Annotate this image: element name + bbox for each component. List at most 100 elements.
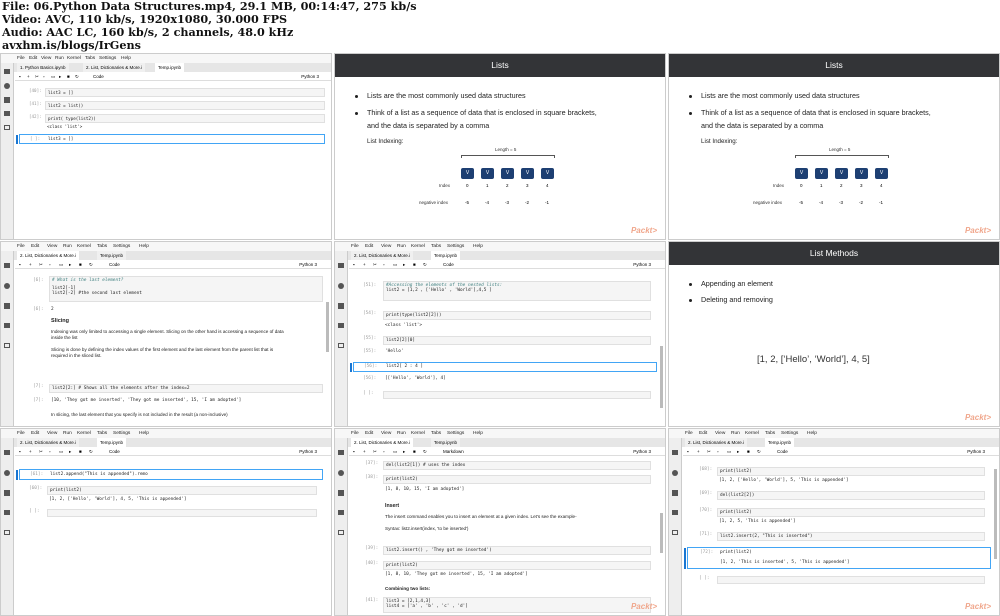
tab-list-dictionaries[interactable]: 2. List, Dictionaries & More.i bbox=[17, 438, 80, 447]
menu-settings[interactable]: Settings bbox=[447, 429, 464, 438]
restart-icon[interactable]: ↻ bbox=[757, 447, 761, 456]
restart-icon[interactable]: ↻ bbox=[423, 447, 427, 456]
menu-edit[interactable]: Edit bbox=[365, 242, 373, 251]
running-icon[interactable] bbox=[338, 283, 344, 289]
code-cell[interactable]: print(list2) bbox=[717, 467, 985, 476]
tab-temp[interactable]: Temp.ipynb bbox=[97, 251, 127, 260]
add-cell-icon[interactable]: + bbox=[697, 447, 700, 456]
menu-run[interactable]: Run bbox=[731, 429, 740, 438]
save-icon[interactable]: ▪ bbox=[353, 447, 355, 456]
code-cell[interactable]: print(list2) bbox=[47, 486, 317, 495]
menu-settings[interactable]: Settings bbox=[113, 429, 130, 438]
tabs-icon[interactable] bbox=[338, 530, 344, 535]
menu-help[interactable]: Help bbox=[807, 429, 817, 438]
save-icon[interactable]: ▪ bbox=[687, 447, 689, 456]
menu-view[interactable]: View bbox=[41, 54, 51, 63]
running-icon[interactable] bbox=[338, 470, 344, 476]
stop-icon[interactable]: ■ bbox=[79, 260, 82, 269]
stop-icon[interactable]: ■ bbox=[747, 447, 750, 456]
paste-icon[interactable]: ▭ bbox=[59, 260, 63, 269]
wrench-icon[interactable] bbox=[338, 510, 344, 515]
menu-edit[interactable]: Edit bbox=[29, 54, 37, 63]
menu-settings[interactable]: Settings bbox=[447, 242, 464, 251]
menu-tabs[interactable]: Tabs bbox=[97, 242, 107, 251]
palette-icon[interactable] bbox=[672, 490, 678, 496]
tabs-icon[interactable] bbox=[338, 343, 344, 348]
code-cell[interactable]: list2.insert() , 'They got me inserted') bbox=[383, 546, 651, 555]
menu-help[interactable]: Help bbox=[473, 429, 483, 438]
code-cell[interactable]: del(list2[1]) # uses the index bbox=[383, 461, 651, 470]
tabs-icon[interactable] bbox=[4, 530, 10, 535]
add-cell-icon[interactable]: + bbox=[27, 72, 30, 81]
restart-icon[interactable]: ↻ bbox=[423, 260, 427, 269]
tab-temp[interactable]: Temp.ipynb bbox=[155, 63, 185, 72]
menu-run[interactable]: Run bbox=[397, 429, 406, 438]
menu-file[interactable]: File bbox=[17, 242, 25, 251]
stop-icon[interactable]: ■ bbox=[413, 260, 416, 269]
tab-list-dictionaries[interactable]: 2. List, Dictionaries & More.i bbox=[351, 438, 414, 447]
save-icon[interactable]: ▪ bbox=[19, 72, 21, 81]
menu-view[interactable]: View bbox=[381, 429, 391, 438]
tab-temp[interactable]: Temp.ipynb bbox=[765, 438, 795, 447]
run-icon[interactable]: ▸ bbox=[737, 447, 739, 456]
cell-type-select[interactable]: Code bbox=[93, 72, 104, 81]
code-cell-editing[interactable]: list3 = [] bbox=[48, 136, 73, 141]
code-cell[interactable]: print( type(list2)) bbox=[45, 114, 325, 123]
folder-icon[interactable] bbox=[4, 450, 10, 455]
folder-icon[interactable] bbox=[4, 69, 10, 74]
stop-icon[interactable]: ■ bbox=[413, 447, 416, 456]
menu-kernel[interactable]: Kernel bbox=[77, 429, 91, 438]
save-icon[interactable]: ▪ bbox=[353, 260, 355, 269]
restart-icon[interactable]: ↻ bbox=[89, 260, 93, 269]
tab-temp[interactable]: Temp.ipynb bbox=[431, 438, 461, 447]
cut-icon[interactable]: ✂ bbox=[35, 72, 39, 81]
running-icon[interactable] bbox=[4, 283, 10, 289]
wrench-icon[interactable] bbox=[4, 323, 10, 328]
cut-icon[interactable]: ✂ bbox=[373, 260, 377, 269]
menu-settings[interactable]: Settings bbox=[113, 242, 130, 251]
save-icon[interactable]: ▪ bbox=[19, 447, 21, 456]
code-cell-editing[interactable]: print(list2) bbox=[720, 550, 752, 555]
code-cell-editing[interactable]: list2.append("This is appended").remo bbox=[50, 472, 148, 477]
palette-icon[interactable] bbox=[4, 97, 10, 103]
paste-icon[interactable]: ▭ bbox=[727, 447, 731, 456]
save-icon[interactable]: ▪ bbox=[19, 260, 21, 269]
scrollbar[interactable] bbox=[660, 513, 663, 553]
paste-icon[interactable]: ▭ bbox=[59, 447, 63, 456]
paste-icon[interactable]: ▭ bbox=[393, 260, 397, 269]
tabs-icon[interactable] bbox=[4, 125, 10, 130]
add-cell-icon[interactable]: + bbox=[363, 260, 366, 269]
menu-run[interactable]: Run bbox=[63, 242, 72, 251]
code-cell[interactable]: del(list2[2]) bbox=[717, 491, 985, 500]
menu-file[interactable]: File bbox=[351, 429, 359, 438]
copy-icon[interactable]: ▫ bbox=[717, 447, 719, 456]
code-cell[interactable]: print(list2) bbox=[383, 475, 651, 484]
add-cell-icon[interactable]: + bbox=[29, 260, 32, 269]
menu-edit[interactable]: Edit bbox=[699, 429, 707, 438]
tab-list-dictionaries[interactable]: 2. List, Dictionaries & More.i bbox=[83, 63, 146, 72]
stop-icon[interactable]: ■ bbox=[67, 72, 70, 81]
menu-file[interactable]: File bbox=[685, 429, 693, 438]
scrollbar[interactable] bbox=[660, 346, 663, 408]
menu-help[interactable]: Help bbox=[139, 429, 149, 438]
palette-icon[interactable] bbox=[338, 490, 344, 496]
paste-icon[interactable]: ▭ bbox=[393, 447, 397, 456]
folder-icon[interactable] bbox=[338, 450, 344, 455]
menu-kernel[interactable]: Kernel bbox=[411, 429, 425, 438]
code-cell[interactable]: print(list2) bbox=[383, 561, 651, 570]
menu-tabs[interactable]: Tabs bbox=[85, 54, 95, 63]
empty-code-cell[interactable] bbox=[717, 576, 985, 584]
copy-icon[interactable]: ▫ bbox=[49, 260, 51, 269]
palette-icon[interactable] bbox=[338, 303, 344, 309]
restart-icon[interactable]: ↻ bbox=[75, 72, 79, 81]
tab-list-dictionaries[interactable]: 2. List, Dictionaries & More.i bbox=[351, 251, 414, 260]
menu-edit[interactable]: Edit bbox=[31, 242, 39, 251]
menu-tabs[interactable]: Tabs bbox=[97, 429, 107, 438]
copy-icon[interactable]: ▫ bbox=[49, 447, 51, 456]
stop-icon[interactable]: ■ bbox=[79, 447, 82, 456]
menu-file[interactable]: File bbox=[17, 429, 25, 438]
run-icon[interactable]: ▸ bbox=[403, 260, 405, 269]
menu-help[interactable]: Help bbox=[473, 242, 483, 251]
menu-run[interactable]: Run bbox=[397, 242, 406, 251]
tab-list-dictionaries[interactable]: 2. List, Dictionaries & More.i bbox=[17, 251, 80, 260]
